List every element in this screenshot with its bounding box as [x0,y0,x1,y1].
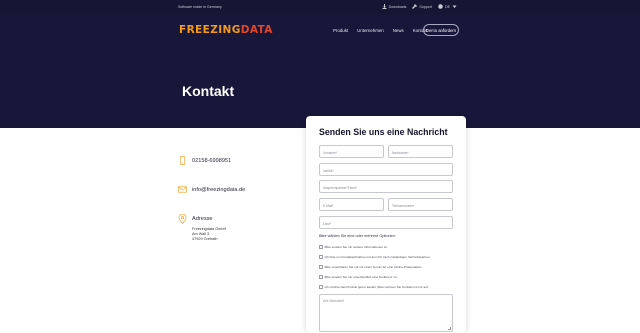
mail-icon [178,186,187,193]
contact-person-placeholder: Ansprechpartner*Firma* [323,185,358,190]
option-label: Ich möchte das Produkt gerne kaufen (bit… [324,285,429,289]
globe-icon [438,4,443,9]
option-label: Bitte senden Sie mir unverbindlich eine … [324,275,398,279]
phone-placeholder: Telefonnummer [392,203,414,208]
main-nav: Produkt Unternehmen News Kontakt [333,28,428,33]
logo-part-2: DATA [240,24,273,36]
logo-part-1: FREEZING [179,24,241,36]
firstname-placeholder: Vorname* [323,150,337,155]
company-placeholder: Institut* [323,168,334,173]
checkbox[interactable] [319,255,323,259]
message-placeholder: Ihre Nachricht* [323,299,345,303]
option-checkbox[interactable]: Ich bitte um Kontaktaufnahme mit dem für… [319,255,431,259]
tagline: Software made in Germany [178,5,222,9]
option-label: Bitte vereinbaren Sie mit mir einen Term… [324,265,423,269]
email-placeholder: E-Mail* [323,203,334,208]
option-checkbox[interactable]: Bitte senden Sie mir weitere Information… [319,245,388,249]
resize-handle-icon[interactable] [448,327,451,330]
phone-field[interactable]: Telefonnummer [388,198,453,211]
contact-form-card: Senden Sie uns eine Nachricht Vorname* N… [306,116,466,333]
checkbox[interactable] [319,245,323,249]
phone-number: 02158-6998951 [192,157,232,164]
address-heading-row: Adresse [178,214,213,224]
checkbox[interactable] [319,275,323,279]
address-lines: Freezingdata GmbH Am Wall 3 47929 Grefra… [192,227,226,242]
address-line: 47929 Grefrath [192,237,218,241]
option-label: Ich bitte um Kontaktaufnahme mit dem für… [324,255,431,259]
downloads-link[interactable]: Downloads [382,4,407,9]
nav-item-news[interactable]: News [393,28,404,33]
page-title: Kontakt [182,83,235,99]
firstname-field[interactable]: Vorname* [319,145,384,158]
top-utility-bar: Software made in Germany Downloads Suppo… [0,0,640,15]
company-field[interactable]: Institut* [319,163,453,176]
hero-banner [0,15,640,128]
phone-icon [179,156,186,165]
checkbox[interactable] [319,265,323,269]
language-label: DE [445,4,450,9]
checkbox[interactable] [319,285,323,289]
demo-request-button[interactable]: Demo anfordern [423,24,459,36]
language-selector[interactable]: DE [438,4,457,9]
support-link[interactable]: Support [412,4,432,9]
address-heading: Adresse [192,216,213,222]
form-title: Senden Sie uns eine Nachricht [319,127,448,137]
downloads-label: Downloads [388,4,407,9]
country-field[interactable]: Land* [319,216,453,229]
options-hint: Bitte wählen Sie eine oder mehrere Optio… [319,234,396,238]
option-checkbox[interactable]: Bitte senden Sie mir unverbindlich eine … [319,275,397,279]
location-pin-icon [178,214,187,224]
support-label: Support [419,4,432,9]
message-textarea[interactable]: Ihre Nachricht* [319,294,453,332]
option-label: Bitte senden Sie mir weitere Information… [324,245,388,249]
lastname-placeholder: Nachname* [392,150,409,155]
lastname-field[interactable]: Nachname* [388,145,453,158]
option-checkbox[interactable]: Ich möchte das Produkt gerne kaufen (bit… [319,285,429,289]
email-field[interactable]: E-Mail* [319,198,384,211]
email-address: info@freezingdata.de [192,186,246,193]
logo[interactable]: FREEZINGDATA [179,24,273,36]
country-placeholder: Land* [323,221,332,226]
nav-item-unternehmen[interactable]: Unternehmen [357,28,384,33]
phone-contact[interactable]: 02158-6998951 [178,156,231,165]
email-contact[interactable]: info@freezingdata.de [178,185,245,194]
option-checkbox[interactable]: Bitte vereinbaren Sie mit mir einen Term… [319,265,422,269]
nav-item-produkt[interactable]: Produkt [333,28,348,33]
download-icon [382,4,387,9]
support-icon [412,4,418,9]
chevron-down-icon [452,5,457,8]
utility-links: Downloads Support DE [382,4,457,9]
contact-person-field[interactable]: Ansprechpartner*Firma* [319,180,453,193]
